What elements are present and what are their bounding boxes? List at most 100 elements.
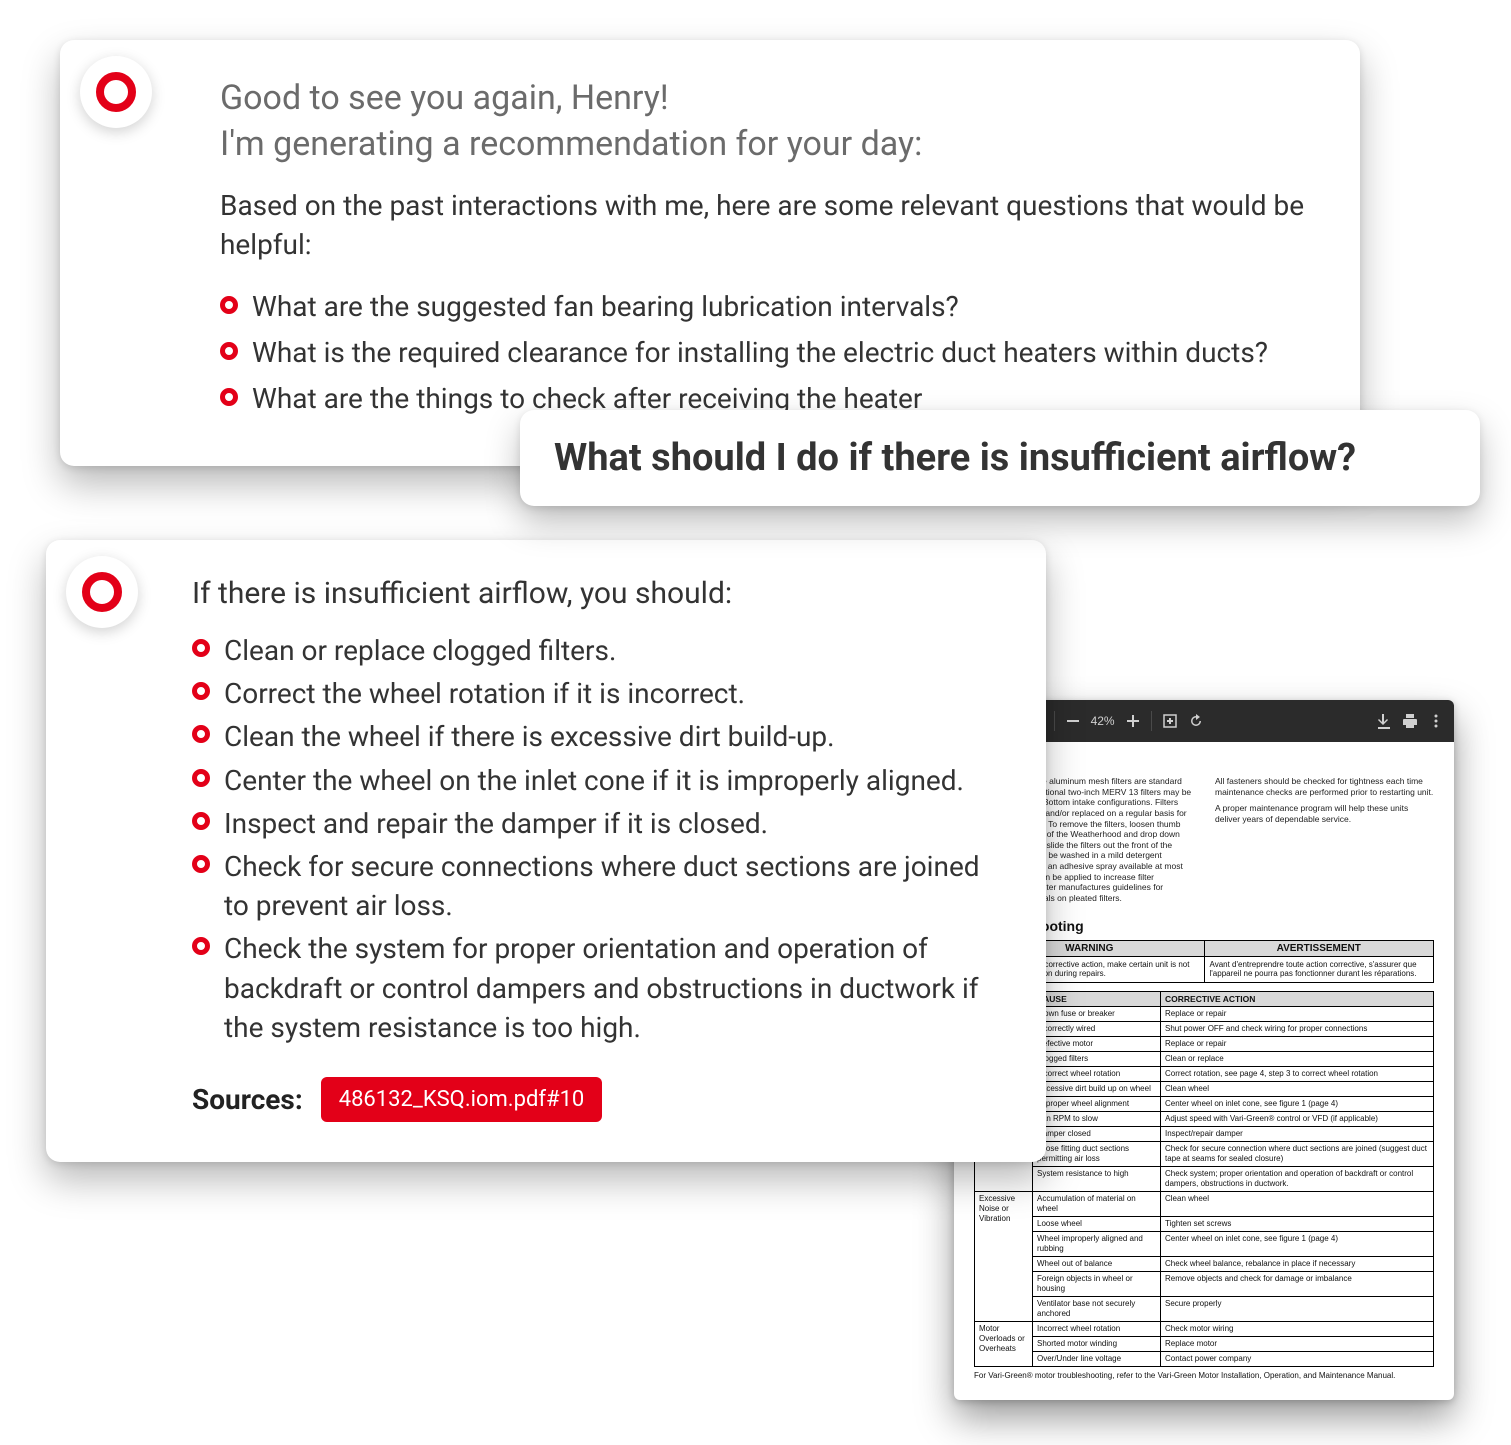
cause-cell: Ventilator base not securely anchored xyxy=(1033,1296,1161,1321)
action-cell: Check system; proper orientation and ope… xyxy=(1161,1166,1434,1191)
recommendation-text: What is the required clearance for insta… xyxy=(252,334,1268,372)
answer-step: Center the wheel on the inlet cone if it… xyxy=(192,761,1006,800)
zoom-out-icon[interactable] xyxy=(1065,713,1081,729)
answer-step-text: Clean or replace clogged filters. xyxy=(224,631,1006,670)
answer-step-text: Check for secure connections where duct … xyxy=(224,847,1006,925)
cause-cell: Incorrectly wired xyxy=(1033,1021,1161,1036)
user-message-text: What should I do if there is insufficien… xyxy=(554,436,1356,480)
bullet-icon xyxy=(192,769,210,787)
col-cause: CAUSE xyxy=(1033,991,1161,1006)
cause-cell: Fan RPM to slow xyxy=(1033,1111,1161,1126)
cause-cell: System resistance to high xyxy=(1033,1166,1161,1191)
action-cell: Replace or repair xyxy=(1161,1036,1434,1051)
sources-row: Sources: 486132_KSQ.iom.pdf#10 xyxy=(192,1077,1006,1122)
cause-cell: Wheel improperly aligned and rubbing xyxy=(1033,1231,1161,1256)
source-chip[interactable]: 486132_KSQ.iom.pdf#10 xyxy=(321,1077,603,1122)
action-cell: Replace or repair xyxy=(1161,1006,1434,1021)
sources-label: Sources: xyxy=(192,1083,303,1116)
zoom-in-icon[interactable] xyxy=(1125,713,1141,729)
bullet-icon xyxy=(192,855,210,873)
warning-fr-text: Avant d'entreprendre toute action correc… xyxy=(1205,957,1434,982)
cause-cell: Improper wheel alignment xyxy=(1033,1096,1161,1111)
print-icon[interactable] xyxy=(1402,713,1418,729)
cause-cell: Foreign objects in wheel or housing xyxy=(1033,1271,1161,1296)
action-cell: Adjust speed with Vari-Green® control or… xyxy=(1161,1111,1434,1126)
action-cell: Clean or replace xyxy=(1161,1051,1434,1066)
answer-step: Inspect and repair the damper if it is c… xyxy=(192,804,1006,843)
action-cell: Inspect/repair damper xyxy=(1161,1126,1434,1141)
greeting-line-1: Good to see you again, Henry! xyxy=(220,76,1320,122)
action-cell: Center wheel on inlet cone, see figure 1… xyxy=(1161,1096,1434,1111)
recommendation-item[interactable]: What is the required clearance for insta… xyxy=(220,334,1320,372)
answer-step: Check for secure connections where duct … xyxy=(192,847,1006,925)
bullet-icon xyxy=(220,388,238,406)
action-cell: Check wheel balance, rebalance in place … xyxy=(1161,1256,1434,1271)
recommendation-lead: Based on the past interactions with me, … xyxy=(220,186,1320,264)
action-cell: Correct rotation, see page 4, step 3 to … xyxy=(1161,1066,1434,1081)
problem-cell: Excessive Noise or Vibration xyxy=(975,1191,1033,1321)
filters-col-2b: A proper maintenance program will help t… xyxy=(1215,803,1434,824)
bullet-icon xyxy=(192,937,210,955)
avatar-ring-icon xyxy=(96,72,136,112)
bullet-icon xyxy=(192,639,210,657)
cause-cell: Damper closed xyxy=(1033,1126,1161,1141)
zoom-level: 42% xyxy=(1091,714,1115,728)
answer-step: Correct the wheel rotation if it is inco… xyxy=(192,674,1006,713)
greeting-line-2: I'm generating a recommendation for your… xyxy=(220,122,1320,168)
bullet-icon xyxy=(192,812,210,830)
action-cell: Clean wheel xyxy=(1161,1081,1434,1096)
cause-cell: Clogged filters xyxy=(1033,1051,1161,1066)
user-message-bubble: What should I do if there is insufficien… xyxy=(520,410,1480,506)
download-icon[interactable] xyxy=(1376,713,1392,729)
answer-step-text: Clean the wheel if there is excessive di… xyxy=(224,717,1006,756)
cause-cell: Over/Under line voltage xyxy=(1033,1351,1161,1366)
assistant-avatar xyxy=(66,556,138,628)
cause-cell: Loose fitting duct sections permitting a… xyxy=(1033,1141,1161,1166)
cause-cell: Loose wheel xyxy=(1033,1216,1161,1231)
assistant-answer-card: If there is insufficient airflow, you sh… xyxy=(46,540,1046,1162)
cause-cell: Incorrect wheel rotation xyxy=(1033,1066,1161,1081)
assistant-avatar xyxy=(80,56,152,128)
action-cell: Center wheel on inlet cone, see figure 1… xyxy=(1161,1231,1434,1256)
cause-cell: Blown fuse or breaker xyxy=(1033,1006,1161,1021)
rotate-icon[interactable] xyxy=(1188,713,1204,729)
cause-cell: Incorrect wheel rotation xyxy=(1033,1321,1161,1336)
table-footnote: For Vari-Green® motor troubleshooting, r… xyxy=(974,1371,1434,1380)
answer-step-list: Clean or replace clogged filters. Correc… xyxy=(192,631,1006,1047)
answer-step: Check the system for proper orientation … xyxy=(192,929,1006,1047)
action-cell: Check motor wiring xyxy=(1161,1321,1434,1336)
action-cell: Shut power OFF and check wiring for prop… xyxy=(1161,1021,1434,1036)
col-action: CORRECTIVE ACTION xyxy=(1161,991,1434,1006)
cause-cell: Defective motor xyxy=(1033,1036,1161,1051)
cause-cell: Wheel out of balance xyxy=(1033,1256,1161,1271)
avatar-ring-icon xyxy=(82,572,122,612)
action-cell: Check for secure connection where duct s… xyxy=(1161,1141,1434,1166)
bullet-icon xyxy=(192,682,210,700)
more-icon[interactable] xyxy=(1428,713,1444,729)
problem-cell: Motor Overloads or Overheats xyxy=(975,1321,1033,1366)
assistant-greeting-card: Good to see you again, Henry! I'm genera… xyxy=(60,40,1360,466)
answer-step: Clean or replace clogged filters. xyxy=(192,631,1006,670)
cause-cell: Shorted motor winding xyxy=(1033,1336,1161,1351)
action-cell: Replace motor xyxy=(1161,1336,1434,1351)
answer-step-text: Correct the wheel rotation if it is inco… xyxy=(224,674,1006,713)
recommendation-list: What are the suggested fan bearing lubri… xyxy=(220,288,1320,417)
answer-step: Clean the wheel if there is excessive di… xyxy=(192,717,1006,756)
action-cell: Secure properly xyxy=(1161,1296,1434,1321)
action-cell: Tighten set screws xyxy=(1161,1216,1434,1231)
bullet-icon xyxy=(220,296,238,314)
bullet-icon xyxy=(220,342,238,360)
answer-intro: If there is insufficient airflow, you sh… xyxy=(192,576,1006,611)
bullet-icon xyxy=(192,725,210,743)
cause-cell: Excessive dirt build up on wheel xyxy=(1033,1081,1161,1096)
answer-step-text: Inspect and repair the damper if it is c… xyxy=(224,804,1006,843)
recommendation-text: What are the suggested fan bearing lubri… xyxy=(252,288,959,326)
filters-col-2a: All fasteners should be checked for tigh… xyxy=(1215,776,1434,797)
answer-step-text: Center the wheel on the inlet cone if it… xyxy=(224,761,1006,800)
toolbar-divider xyxy=(1054,711,1055,731)
warning-fr-head: AVERTISSEMENT xyxy=(1205,941,1434,956)
fit-page-icon[interactable] xyxy=(1162,713,1178,729)
answer-step-text: Check the system for proper orientation … xyxy=(224,929,1006,1047)
action-cell: Clean wheel xyxy=(1161,1191,1434,1216)
recommendation-item[interactable]: What are the suggested fan bearing lubri… xyxy=(220,288,1320,326)
